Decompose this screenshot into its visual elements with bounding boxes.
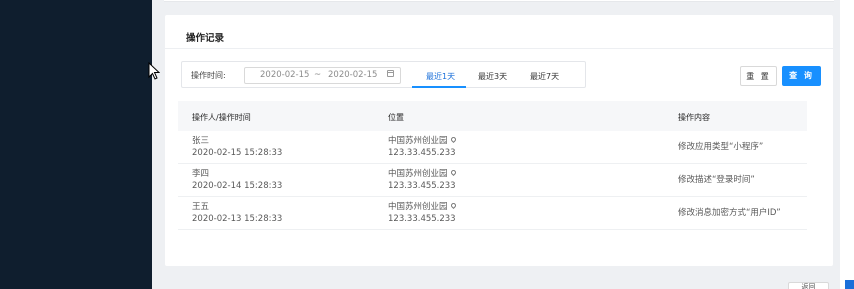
- operator-name: 李四: [192, 169, 210, 179]
- table-header: 操作人/操作时间 位置 操作内容: [178, 101, 807, 131]
- query-button[interactable]: 查 询: [782, 66, 821, 86]
- location-name: 中国苏州创业园: [388, 169, 448, 179]
- filter-bar: 操作时间: 2020-02-15 ~ 2020-02-15 最近1天 最近3天 …: [181, 61, 586, 88]
- table-row: 张三 2020-02-15 15:28:33 中国苏州创业园 123.33.45…: [178, 131, 807, 164]
- header-operator-time: 操作人/操作时间: [192, 113, 251, 122]
- tab-last-3-days[interactable]: 最近3天: [478, 71, 507, 82]
- date-range-picker[interactable]: 2020-02-15 ~ 2020-02-15: [244, 67, 401, 84]
- operation-log-card: 操作记录 操作时间: 2020-02-15 ~ 2020-02-15 最近1天 …: [165, 15, 833, 266]
- location-pin-icon: [449, 168, 457, 177]
- operator-cell: 张三 2020-02-15 15:28:33: [192, 135, 282, 159]
- header-location: 位置: [388, 113, 404, 122]
- date-start[interactable]: 2020-02-15: [260, 70, 309, 80]
- floating-action-button[interactable]: [845, 280, 854, 289]
- location-cell: 中国苏州创业园 123.33.455.233: [388, 201, 457, 225]
- operation-time: 2020-02-14 15:28:33: [192, 181, 283, 191]
- reset-button[interactable]: 重 置: [740, 66, 777, 86]
- operator-name: 张三: [192, 136, 210, 146]
- location-pin-icon: [449, 201, 457, 210]
- date-end[interactable]: 2020-02-15: [328, 70, 377, 80]
- operation-log-table: 操作人/操作时间 位置 操作内容 张三 2020-02-15 15:28:33 …: [178, 101, 807, 230]
- ip-address: 123.33.455.233: [388, 181, 456, 191]
- tab-last-7-days[interactable]: 最近7天: [530, 71, 559, 82]
- back-button[interactable]: 返回: [788, 282, 829, 289]
- operation-content: 修改描述“登录时间”: [678, 175, 755, 185]
- mouse-cursor-icon: [148, 62, 160, 80]
- location-cell: 中国苏州创业园 123.33.455.233: [388, 135, 457, 159]
- date-separator: ~: [314, 70, 322, 80]
- sidebar: [0, 0, 152, 289]
- tab-last-1-day[interactable]: 最近1天: [426, 71, 455, 82]
- operation-time: 2020-02-13 15:28:33: [192, 214, 283, 224]
- ip-address: 123.33.455.233: [388, 214, 456, 224]
- card-header: 操作记录: [165, 15, 833, 49]
- ip-address: 123.33.455.233: [388, 148, 456, 158]
- calendar-icon[interactable]: [387, 70, 394, 77]
- active-tab-indicator: [412, 86, 466, 88]
- operator-cell: 李四 2020-02-14 15:28:33: [192, 168, 282, 192]
- operation-content: 修改消息加密方式“用户ID”: [678, 208, 781, 218]
- previous-card-edge: [164, 0, 834, 2]
- location-name: 中国苏州创业园: [388, 202, 448, 212]
- filter-label: 操作时间:: [191, 71, 226, 80]
- location-pin-icon: [449, 135, 457, 144]
- main-content: 操作记录 操作时间: 2020-02-15 ~ 2020-02-15 最近1天 …: [152, 0, 840, 289]
- header-content: 操作内容: [678, 113, 710, 122]
- location-cell: 中国苏州创业园 123.33.455.233: [388, 168, 457, 192]
- card-title: 操作记录: [186, 33, 225, 44]
- operator-cell: 王五 2020-02-13 15:28:33: [192, 201, 282, 225]
- right-panel-edge: [840, 0, 854, 289]
- operator-name: 王五: [192, 202, 210, 212]
- operation-time: 2020-02-15 15:28:33: [192, 148, 283, 158]
- location-name: 中国苏州创业园: [388, 136, 448, 146]
- operation-content: 修改应用类型“小程序”: [678, 142, 764, 152]
- table-row: 王五 2020-02-13 15:28:33 中国苏州创业园 123.33.45…: [178, 197, 807, 230]
- table-row: 李四 2020-02-14 15:28:33 中国苏州创业园 123.33.45…: [178, 164, 807, 197]
